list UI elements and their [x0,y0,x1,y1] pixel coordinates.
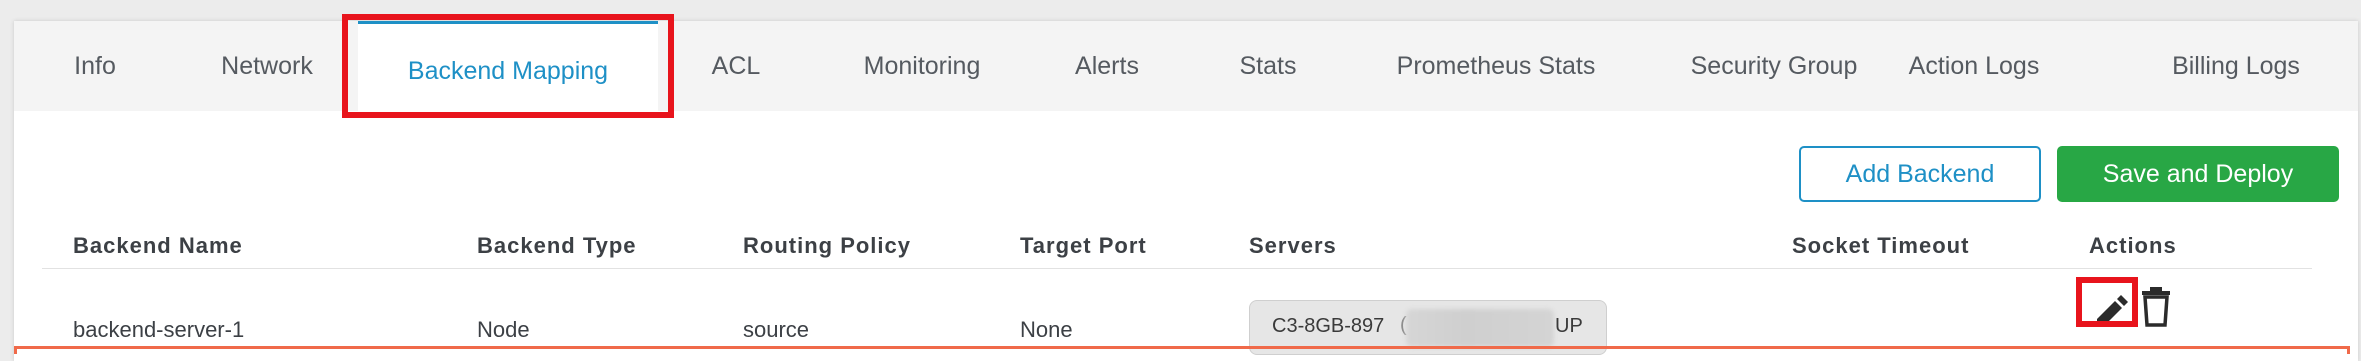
target-port-cell: None [1020,317,1073,342]
tab-info[interactable]: Info [74,21,116,111]
tab-action-logs[interactable]: Action Logs [1909,21,2040,111]
server-status: UP [1555,315,1583,337]
header-divider [42,268,2312,269]
tab-billing-logs[interactable]: Billing Logs [2172,21,2300,111]
column-header-backend-type: Backend Type [477,233,637,258]
edit-highlight-box [2076,277,2138,327]
tab-prometheus-stats[interactable]: Prometheus Stats [1397,21,1596,111]
tab-monitoring[interactable]: Monitoring [864,21,981,111]
redacted-server-ip [1406,309,1554,347]
column-header-actions: Actions [2089,233,2177,258]
next-row-border [14,346,2350,354]
routing-policy-cell: source [743,317,810,342]
tab-highlight-box [342,14,674,118]
save-and-deploy-button[interactable]: Save and Deploy [2057,146,2339,202]
tab-acl[interactable]: ACL [712,21,761,111]
trash-icon[interactable] [2140,284,2172,328]
column-header-socket-timeout: Socket Timeout [1792,233,1970,258]
backend-type-cell: Node [477,317,530,342]
column-header-routing-policy: Routing Policy [743,233,911,258]
column-header-servers: Servers [1249,233,1337,258]
tab-network[interactable]: Network [221,21,313,111]
backend-name-cell: backend-server-1 [73,317,245,342]
server-name: C3-8GB-897 [1272,315,1385,337]
tab-alerts[interactable]: Alerts [1075,21,1139,111]
tab-stats[interactable]: Stats [1240,21,1297,111]
column-header-target-port: Target Port [1020,233,1147,258]
column-header-backend-name: Backend Name [73,233,243,258]
tab-security-group[interactable]: Security Group [1691,21,1858,111]
add-backend-button[interactable]: Add Backend [1799,146,2041,202]
